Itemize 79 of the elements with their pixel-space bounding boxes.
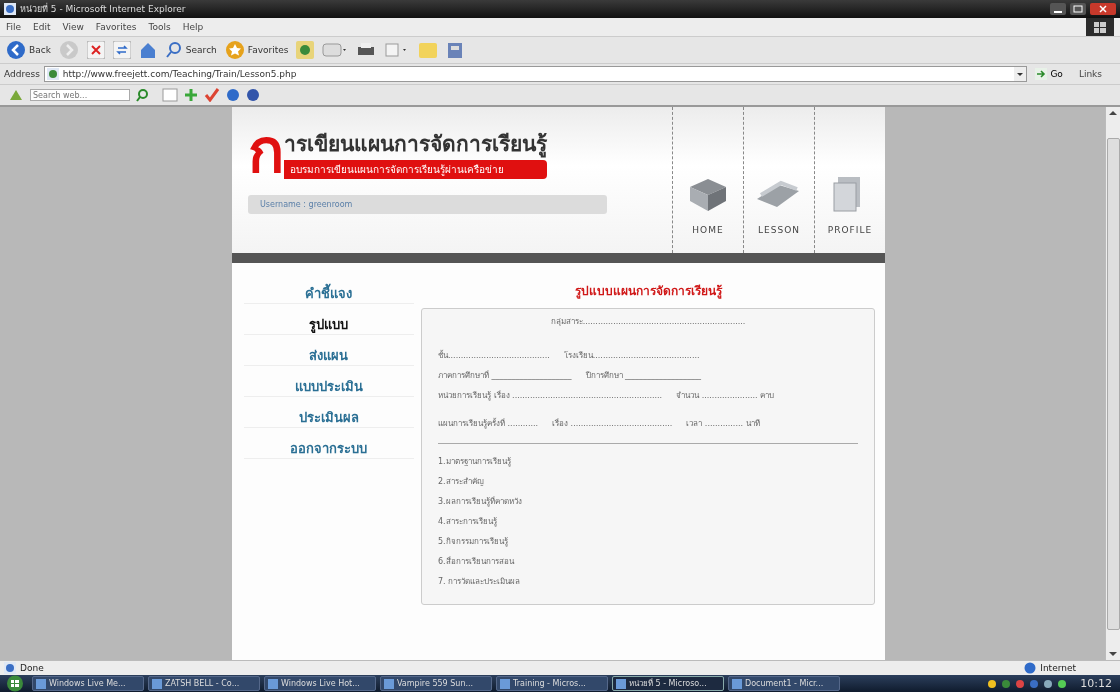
app-icon [616, 678, 626, 689]
logo-initial: ก [248, 121, 284, 181]
form-line: ภาคการศึกษาที่ ____________________ [438, 369, 572, 382]
menu-item[interactable]: View [62, 22, 84, 32]
nav-button[interactable]: PROFILE [814, 107, 885, 253]
section-heading: 7. การวัดและประเมินผล [438, 576, 522, 588]
menu-item[interactable]: Help [182, 22, 204, 32]
window-title: หน่วยที่ 5 - Microsoft Internet Explorer [20, 2, 186, 16]
form-title: รูปแบบแผนการจัดการเรียนรู้ [574, 283, 722, 300]
sidebar-item[interactable]: คำชี้แจง [243, 281, 414, 304]
taskbar-button[interactable]: Vampire 559 Sun... [380, 676, 492, 691]
section-heading: 5.กิจกรรมการเรียนรู้ [438, 536, 509, 549]
search-button[interactable]: Search [164, 41, 217, 59]
username-bar: Username : greenroom [248, 195, 607, 214]
go-arrow-icon [1035, 68, 1048, 80]
taskbar-button[interactable]: ZATSH BELL - Co... [148, 676, 260, 691]
form-line: จำนวน ...................... คาบ [676, 389, 775, 402]
nav-button[interactable]: LESSON [743, 107, 814, 253]
menu-item[interactable]: Favorites [95, 22, 137, 32]
taskbar-button[interactable]: Windows Live Me... [32, 676, 144, 691]
form-line: เรื่อง ........................................ [552, 417, 673, 430]
form-line: กลุ่มสาระ................................................................ [550, 316, 746, 328]
sidebar-item[interactable]: ประเมินผล [243, 405, 414, 428]
address-label: Address [4, 69, 40, 79]
sidebar-item[interactable]: ออกจากระบบ [243, 436, 414, 459]
app-icon [268, 678, 278, 689]
nav-button[interactable]: HOME [672, 107, 743, 253]
site-subtitle: อบรมการเขียนแผนการจัดการเรียนรู้ผ่านเครือข่าย [284, 160, 547, 179]
form-line: หน่วยการเรียนรู้ เรื่อง ........................................................... [438, 389, 663, 402]
section-heading: 1.มาตรฐานการเรียนรู้ [438, 456, 512, 469]
section-heading: 4.สาระการเรียนรู้ [438, 516, 498, 529]
form-line: ชั้น........................................ [438, 349, 550, 362]
app-icon [384, 678, 394, 689]
window-icon[interactable] [162, 88, 178, 102]
stop-icon[interactable] [86, 41, 105, 59]
close-icon[interactable] [1090, 3, 1116, 15]
menu-item[interactable]: Edit [33, 22, 51, 32]
app-icon [732, 678, 742, 689]
search-field[interactable]: Search web... [30, 89, 130, 101]
form-line: ปีการศึกษา ___________________ [585, 369, 702, 382]
site-title: ารเขียนแผนการจัดการเรียนรู้ [284, 131, 547, 160]
form-line: แผนการเรียนรู้ครั้งที่ ............ [438, 417, 539, 430]
app-icon [500, 678, 510, 689]
menu-item[interactable]: File [6, 22, 22, 32]
sidebar-item[interactable]: ส่งแผน [243, 343, 414, 366]
go-button[interactable]: Go [1031, 68, 1067, 80]
status-text: Done [20, 663, 44, 673]
back-button[interactable]: Back [6, 40, 51, 60]
form-line: โรงเรียน.......................................... [563, 349, 700, 362]
app-icon [152, 678, 162, 689]
address-field[interactable]: http://www.freejett.com/Teaching/Train/Lesson5.php [43, 66, 1028, 82]
sidebar-item[interactable]: รูปแบบ [243, 312, 414, 335]
minimize-icon[interactable] [1050, 3, 1066, 15]
clock-text: 10:12 [1080, 677, 1113, 690]
plus-icon[interactable] [184, 88, 198, 102]
section-heading: 3.ผลการเรียนรู้ที่คาดหวัง [438, 495, 523, 509]
home-icon[interactable] [138, 41, 157, 59]
scroll-thumb[interactable] [1106, 137, 1120, 630]
scrollbar[interactable] [1105, 107, 1120, 660]
page-icon [4, 662, 16, 674]
form-line: เวลา ............... นาที [686, 417, 760, 430]
taskbar-button[interactable]: Training - Micros... [496, 676, 608, 691]
dropdown-icon[interactable] [1014, 67, 1027, 81]
sidebar-item[interactable]: แบบประเมิน [243, 374, 414, 397]
search-icon [164, 41, 183, 59]
taskbar-button[interactable]: Windows Live Hot... [264, 676, 376, 691]
checkmark-icon[interactable] [204, 88, 220, 102]
section-heading: 6.สื่อการเรียนการสอน [438, 555, 516, 568]
menu-item[interactable]: Tools [148, 22, 171, 32]
links-button[interactable]: Links [1070, 69, 1116, 79]
favorites-button[interactable]: Favorites [224, 40, 289, 60]
taskbar-button[interactable]: หน่วยที่ 5 - Microso... [612, 676, 724, 691]
section-heading: 2.สาระสำคัญ [438, 476, 485, 488]
app-icon [36, 678, 46, 689]
maximize-icon[interactable] [1070, 3, 1086, 15]
taskbar-button[interactable]: Document1 - Micr... [728, 676, 840, 691]
zone-text: Internet [1040, 663, 1077, 673]
refresh-icon[interactable] [112, 41, 131, 59]
page-icon [46, 68, 59, 80]
